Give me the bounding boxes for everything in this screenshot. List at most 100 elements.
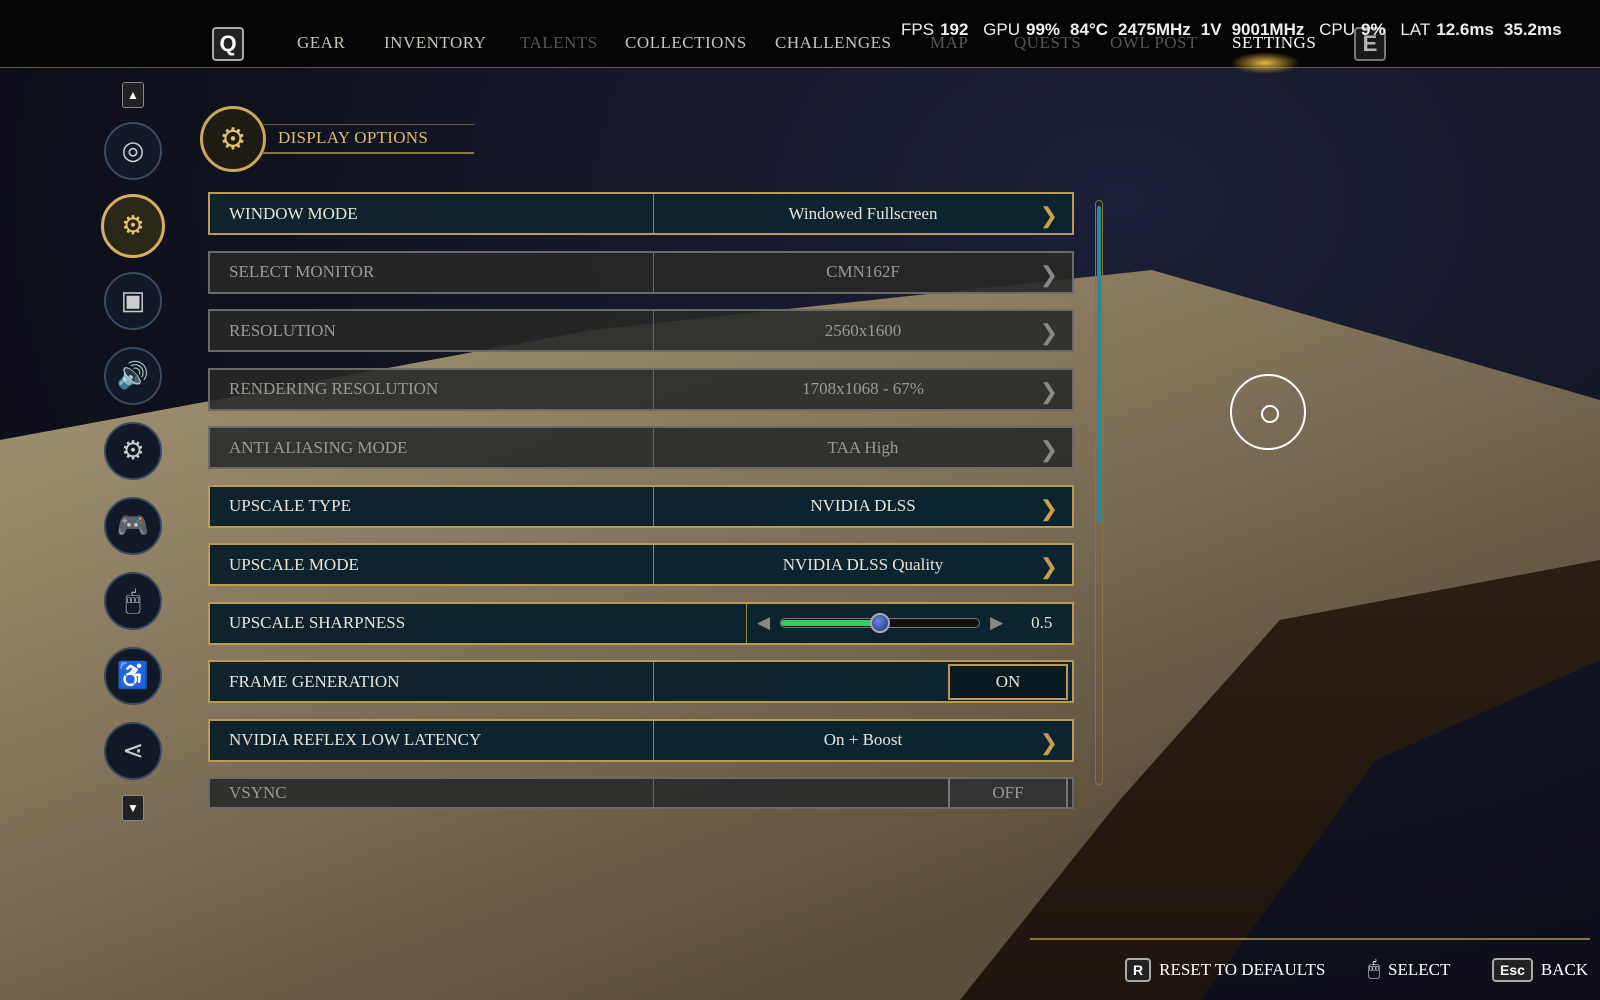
setting-label: UPSCALE TYPE bbox=[210, 486, 654, 526]
setting-row-upscale-mode[interactable]: UPSCALE MODE NVIDIA DLSS Quality ❯ bbox=[208, 543, 1074, 586]
chevron-right-icon[interactable]: ❯ bbox=[1040, 496, 1058, 522]
social-icon: ⋖ bbox=[122, 736, 144, 765]
setting-value[interactable]: On + Boost ❯ bbox=[654, 721, 1072, 760]
setting-label: FRAME GENERATION bbox=[210, 662, 654, 701]
setting-row-upscale-sharpness[interactable]: UPSCALE SHARPNESS ◀ ▶ 0.5 bbox=[208, 601, 1074, 645]
chevron-right-icon[interactable]: ❯ bbox=[1040, 379, 1058, 405]
slider-right-arrow-icon[interactable]: ▶ bbox=[990, 613, 1003, 633]
cursor-reticle bbox=[1230, 374, 1306, 450]
value-text: CMN162F bbox=[826, 262, 900, 281]
setting-value[interactable]: CMN162F ❯ bbox=[654, 253, 1072, 292]
tab-collections[interactable]: COLLECTIONS bbox=[625, 33, 747, 53]
sidebar-down-arrow-icon[interactable]: ▼ bbox=[122, 795, 144, 821]
setting-row-rendering-resolution[interactable]: RENDERING RESOLUTION 1708x1068 - 67% ❯ bbox=[208, 367, 1074, 411]
setting-value[interactable]: Windowed Fullscreen ❯ bbox=[654, 194, 1072, 233]
slider-track[interactable] bbox=[780, 613, 981, 633]
gamepad-icon: 🎮 bbox=[116, 511, 150, 540]
active-tab-glow bbox=[1230, 52, 1300, 74]
value-text: Windowed Fullscreen bbox=[788, 203, 938, 223]
tab-inventory[interactable]: INVENTORY bbox=[384, 33, 486, 53]
sidebar-item-audio[interactable]: 🔊 bbox=[104, 347, 162, 405]
value-text: TAA High bbox=[827, 437, 899, 457]
setting-value[interactable]: NVIDIA DLSS Quality ❯ bbox=[654, 545, 1072, 584]
sidebar-item-controls-gear[interactable]: ⚙ bbox=[104, 422, 162, 480]
cpu-util: 9% bbox=[1361, 20, 1386, 39]
latency-2: 35.2ms bbox=[1503, 20, 1562, 39]
chevron-right-icon[interactable]: ❯ bbox=[1040, 730, 1058, 756]
display-settings-icon: ⚙ bbox=[121, 211, 145, 240]
top-nav-bar: Q GEAR INVENTORY TALENTS COLLECTIONS CHALLEN… bbox=[0, 0, 1600, 74]
select-label: SELECT bbox=[1388, 959, 1451, 979]
tab-challenges[interactable]: CHALLENGES bbox=[775, 33, 891, 53]
value-text: 1708x1068 - 67% bbox=[802, 379, 924, 398]
value-text: NVIDIA DLSS Quality bbox=[782, 554, 944, 574]
sidebar-item-graphics[interactable]: ▣ bbox=[104, 272, 162, 330]
performance-overlay: FPS 192 GPU 99% 84°C 2475MHz 1V 9001MHz CPU 9% … bbox=[901, 20, 1572, 40]
gpu-voltage: 1V bbox=[1200, 20, 1222, 39]
setting-value[interactable]: 1708x1068 - 67% ❯ bbox=[654, 370, 1072, 409]
chevron-right-icon[interactable]: ❯ bbox=[1040, 262, 1058, 288]
setting-row-select-monitor[interactable]: SELECT MONITOR CMN162F ❯ bbox=[208, 250, 1074, 294]
esc-key-icon: Esc bbox=[1492, 958, 1533, 982]
sidebar-up-arrow-icon[interactable]: ▲ bbox=[122, 82, 144, 108]
slider-knob[interactable] bbox=[870, 613, 891, 633]
chevron-right-icon[interactable]: ❯ bbox=[1040, 554, 1058, 580]
value-text: NVIDIA DLSS bbox=[810, 496, 916, 515]
disc-icon: ◎ bbox=[121, 136, 145, 165]
setting-row-frame-generation[interactable]: FRAME GENERATION ON bbox=[208, 660, 1074, 703]
setting-row-vsync[interactable]: VSYNC OFF bbox=[208, 777, 1074, 809]
accessibility-icon: ♿ bbox=[116, 661, 150, 690]
mem-clock: 9001MHz bbox=[1231, 20, 1305, 39]
setting-label: WINDOW MODE bbox=[210, 194, 654, 233]
slider-value: 0.5 bbox=[1031, 613, 1053, 632]
setting-value[interactable]: 2560x1600 ❯ bbox=[654, 311, 1072, 350]
scrollbar-thumb[interactable] bbox=[1097, 206, 1101, 522]
setting-label: UPSCALE SHARPNESS bbox=[229, 613, 406, 632]
graphics-icon: ▣ bbox=[120, 286, 146, 315]
sidebar-item-display-settings[interactable]: ⚙ bbox=[101, 194, 165, 258]
setting-row-upscale-type[interactable]: UPSCALE TYPE NVIDIA DLSS ❯ bbox=[208, 484, 1074, 528]
gpu-clock: 2475MHz bbox=[1118, 20, 1191, 39]
setting-row-window-mode[interactable]: WINDOW MODE Windowed Fullscreen ❯ bbox=[208, 192, 1074, 235]
value-text: On + Boost bbox=[823, 730, 903, 749]
chevron-right-icon[interactable]: ❯ bbox=[1040, 437, 1058, 463]
setting-row-anti-aliasing-mode[interactable]: ANTI ALIASING MODE TAA High ❯ bbox=[208, 426, 1074, 469]
sidebar-item-accessibility[interactable]: ♿ bbox=[104, 647, 162, 705]
footer-divider bbox=[1030, 938, 1590, 940]
setting-row-resolution[interactable]: RESOLUTION 2560x1600 ❯ bbox=[208, 309, 1074, 352]
r-key-icon: R bbox=[1125, 958, 1152, 982]
reset-to-defaults-button[interactable]: R RESET TO DEFAULTS bbox=[1125, 958, 1325, 982]
setting-label: ANTI ALIASING MODE bbox=[210, 428, 654, 467]
cpu-label: CPU bbox=[1319, 20, 1355, 39]
chevron-right-icon[interactable]: ❯ bbox=[1040, 203, 1058, 229]
fps-value: 192 bbox=[940, 20, 969, 39]
chevron-right-icon[interactable]: ❯ bbox=[1040, 320, 1058, 346]
sidebar-item-disc[interactable]: ◎ bbox=[104, 122, 162, 180]
select-button[interactable]: 🖱 SELECT bbox=[1368, 958, 1450, 981]
sidebar-item-mouse[interactable]: 🖱 bbox=[104, 572, 162, 630]
sidebar-item-gamepad[interactable]: 🎮 bbox=[104, 497, 162, 555]
toggle-button[interactable]: OFF bbox=[948, 779, 1068, 807]
sharpness-slider[interactable]: ◀ ▶ 0.5 bbox=[746, 603, 1072, 643]
prev-tab-key[interactable]: Q bbox=[212, 27, 244, 61]
setting-label: NVIDIA REFLEX LOW LATENCY bbox=[210, 720, 654, 760]
section-title: DISPLAY OPTIONS bbox=[278, 128, 429, 147]
lat-label: LAT bbox=[1400, 20, 1431, 39]
audio-icon: 🔊 bbox=[116, 361, 150, 390]
setting-row-nvidia-reflex-low-latency[interactable]: NVIDIA REFLEX LOW LATENCY On + Boost ❯ bbox=[208, 718, 1074, 762]
reset-label: RESET TO DEFAULTS bbox=[1159, 960, 1326, 979]
setting-label: SELECT MONITOR bbox=[210, 252, 654, 292]
setting-label: UPSCALE MODE bbox=[210, 545, 654, 584]
sidebar-item-social[interactable]: ⋖ bbox=[104, 722, 162, 780]
tab-gear[interactable]: GEAR bbox=[297, 33, 345, 53]
setting-value[interactable]: TAA High ❯ bbox=[654, 428, 1072, 467]
toggle-button[interactable]: ON bbox=[948, 663, 1068, 700]
back-label: BACK bbox=[1540, 960, 1589, 979]
tab-talents[interactable]: TALENTS bbox=[520, 33, 598, 53]
slider-left-arrow-icon[interactable]: ◀ bbox=[757, 613, 770, 633]
back-button[interactable]: Esc BACK bbox=[1492, 958, 1588, 982]
mouse-icon: 🖱 bbox=[125, 585, 141, 615]
setting-label: RESOLUTION bbox=[210, 311, 654, 350]
controls-gear-icon: ⚙ bbox=[121, 436, 145, 465]
setting-value[interactable]: NVIDIA DLSS ❯ bbox=[654, 487, 1072, 526]
